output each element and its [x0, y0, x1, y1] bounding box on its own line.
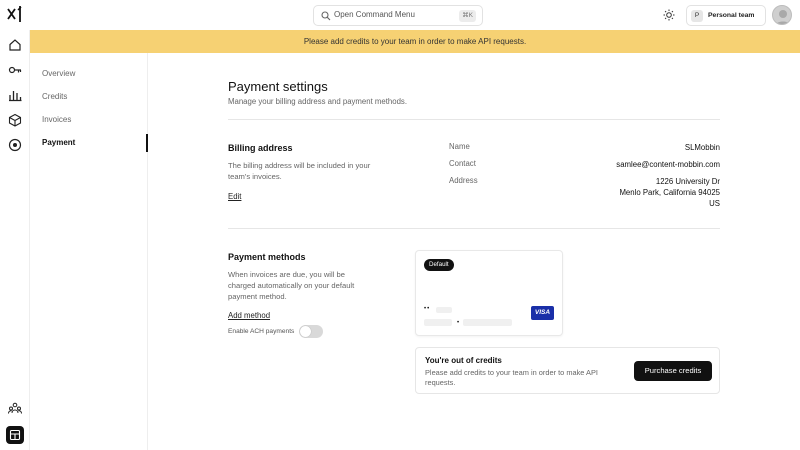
main-content: Payment settings Manage your billing add…: [148, 53, 800, 450]
out-of-credits-panel: You're out of credits Please add credits…: [415, 347, 720, 394]
subnav-item-overview[interactable]: Overview: [42, 69, 75, 78]
billing-section-title: Billing address: [228, 143, 293, 153]
default-badge: Default: [424, 259, 454, 271]
shortcut-badge: ⌘K: [459, 10, 476, 22]
add-method-link[interactable]: Add method: [228, 311, 270, 320]
user-avatar-icon: [775, 10, 791, 24]
card-separator-dot: •: [457, 320, 460, 326]
card-masked-prefix: ••: [424, 306, 431, 312]
contact-label: Contact: [449, 159, 476, 168]
credits-warning-banner: Please add credits to your team in order…: [30, 30, 800, 53]
subnav-item-credits[interactable]: Credits: [42, 92, 67, 101]
command-menu-placeholder: Open Command Menu: [334, 10, 415, 19]
user-avatar[interactable]: [772, 5, 792, 25]
settings-subnav: Overview Credits Invoices Payment: [30, 53, 148, 450]
team-icon[interactable]: [8, 401, 22, 415]
card-expiry-placeholder: [424, 319, 452, 326]
command-menu-button[interactable]: Open Command Menu ⌘K: [313, 5, 483, 26]
toggle-knob: [300, 326, 311, 337]
icon-rail: [0, 30, 30, 450]
address-label: Address: [449, 176, 478, 185]
top-bar: Open Command Menu ⌘K P Personal team: [0, 0, 800, 30]
target-icon[interactable]: [8, 138, 22, 152]
page-title: Payment settings: [228, 79, 328, 94]
search-icon: [321, 11, 331, 21]
payment-methods-description: When invoices are due, you will be charg…: [228, 270, 355, 301]
subnav-item-invoices[interactable]: Invoices: [42, 115, 71, 124]
out-of-credits-title: You're out of credits: [425, 356, 502, 365]
address-line-2: Menlo Park, California 94025: [619, 188, 720, 197]
page-subtitle: Manage your billing address and payment …: [228, 97, 408, 106]
billing-section-description: The billing address will be included in …: [228, 161, 371, 181]
card-number-placeholder: [436, 307, 452, 313]
panel-icon: [9, 429, 21, 441]
name-label: Name: [449, 142, 470, 151]
contact-value: samlee@content-mobbin.com: [616, 160, 720, 169]
ach-toggle-label: Enable ACH payments: [228, 328, 295, 335]
purchase-credits-button[interactable]: Purchase credits: [634, 361, 712, 381]
visa-logo-icon: VISA: [531, 306, 554, 320]
address-line-3: US: [709, 199, 720, 208]
address-line-1: 1226 University Dr: [655, 177, 720, 186]
team-name: Personal team: [708, 12, 755, 19]
xai-logo-icon[interactable]: [7, 5, 23, 23]
out-of-credits-description: Please add credits to your team in order…: [425, 368, 598, 387]
home-icon[interactable]: [8, 38, 22, 52]
ach-toggle[interactable]: [299, 325, 323, 338]
section-divider: [228, 228, 720, 229]
name-value: SLMobbin: [684, 143, 720, 152]
payment-methods-title: Payment methods: [228, 252, 306, 262]
theme-toggle-sun-icon[interactable]: [663, 9, 675, 21]
card-holder-placeholder: [463, 319, 512, 326]
key-icon[interactable]: [8, 63, 22, 77]
section-divider: [228, 119, 720, 120]
panel-toggle-button[interactable]: [6, 426, 24, 444]
edit-billing-link[interactable]: Edit: [228, 192, 241, 201]
subnav-item-payment[interactable]: Payment: [42, 138, 75, 147]
team-switcher[interactable]: P Personal team: [686, 5, 766, 26]
banner-text: Please add credits to your team in order…: [303, 37, 527, 46]
bar-chart-icon[interactable]: [8, 88, 22, 102]
cube-icon[interactable]: [8, 113, 22, 127]
payment-card[interactable]: Default •• • VISA: [415, 250, 563, 336]
team-avatar: P: [691, 10, 703, 22]
